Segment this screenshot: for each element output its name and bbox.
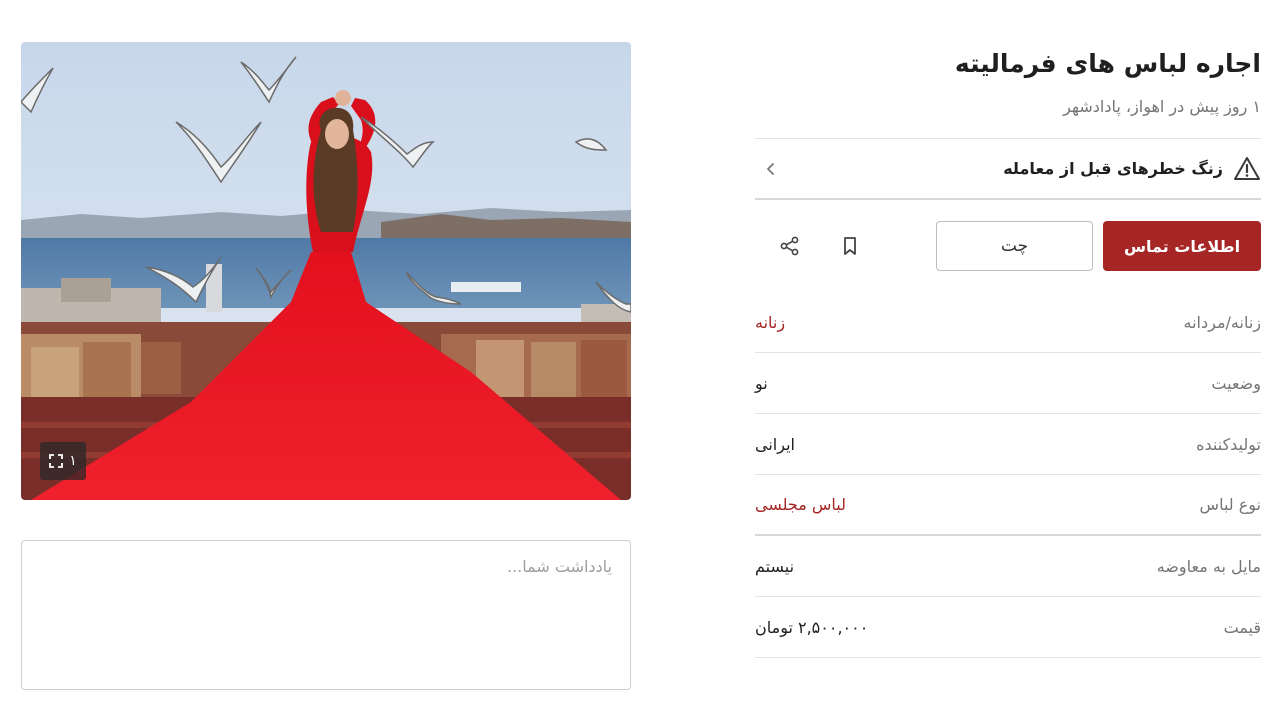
listing-photo[interactable]: ۱ xyxy=(21,42,631,500)
attribute-row-price: قیمت ۲,۵۰۰,۰۰۰ تومان xyxy=(755,597,1261,658)
attribute-label: قیمت xyxy=(1223,617,1261,637)
chat-button[interactable]: چت xyxy=(936,221,1093,271)
attribute-row-condition: وضعیت نو xyxy=(755,353,1261,414)
price-value: ۲,۵۰۰,۰۰۰ تومان xyxy=(755,617,869,637)
chevron-left-icon xyxy=(763,161,779,177)
attribute-label: مایل به معاوضه xyxy=(1156,556,1261,576)
attribute-row-manufacturer: تولیدکننده ایرانی xyxy=(755,414,1261,475)
warning-triangle-icon xyxy=(1233,155,1261,183)
attribute-value: نیستم xyxy=(755,556,795,576)
attribute-row-gender: زنانه/مردانه زنانه xyxy=(755,292,1261,353)
attribute-row-exchange: مایل به معاوضه نیستم xyxy=(755,536,1261,597)
attribute-label: تولیدکننده xyxy=(1196,434,1261,454)
listing-meta: ۱ روز پیش در اهواز، پادادشهر xyxy=(1063,97,1261,116)
attribute-label: نوع لباس xyxy=(1199,495,1261,514)
personal-note-input[interactable] xyxy=(21,540,631,690)
scam-warning-label: زنگ خطرهای قبل از معامله xyxy=(1003,159,1223,178)
share-icon[interactable] xyxy=(770,226,810,266)
action-bar: اطلاعات تماس چت xyxy=(755,200,1261,292)
attribute-value: نو xyxy=(755,373,768,393)
expand-icon xyxy=(49,454,64,468)
scam-warning-link[interactable]: زنگ خطرهای قبل از معامله xyxy=(755,138,1261,200)
listing-details: اجاره لباس های فرمالیته ۱ روز پیش در اهو… xyxy=(755,38,1261,658)
attribute-label: زنانه/مردانه xyxy=(1183,312,1261,332)
attribute-row-dress-type: نوع لباس لباس مجلسی xyxy=(755,475,1261,536)
attribute-value-link[interactable]: زنانه xyxy=(755,313,785,332)
image-count: ۱ xyxy=(69,453,77,469)
attribute-label: وضعیت xyxy=(1211,373,1261,393)
listing-title: اجاره لباس های فرمالیته xyxy=(954,49,1261,78)
attribute-value: ایرانی xyxy=(755,434,795,454)
attribute-value-link[interactable]: لباس مجلسی xyxy=(755,495,846,514)
image-count-badge[interactable]: ۱ xyxy=(40,442,86,480)
bookmark-icon[interactable] xyxy=(830,226,870,266)
listing-photo-illustration xyxy=(21,42,631,500)
contact-info-button[interactable]: اطلاعات تماس xyxy=(1103,221,1261,271)
